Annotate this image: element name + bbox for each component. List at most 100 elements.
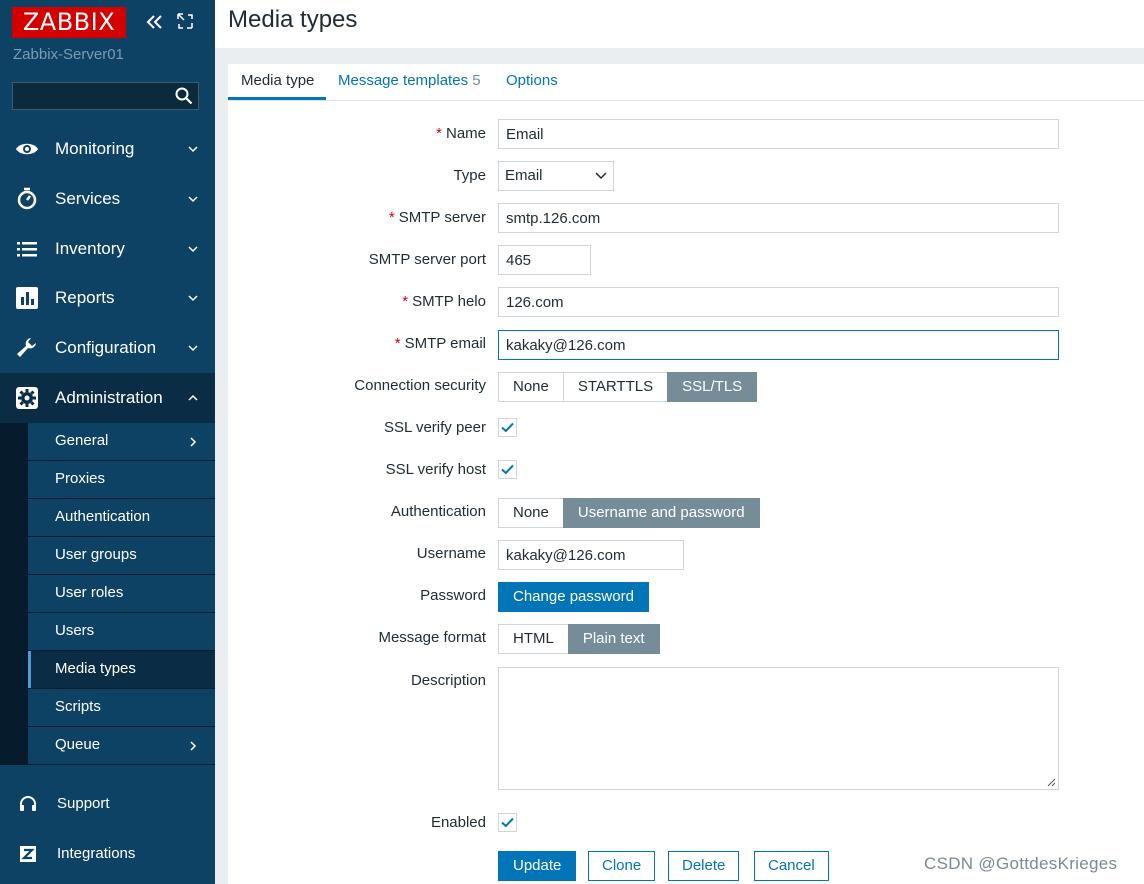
menu-inventory-label: Inventory [55,239,125,258]
message-format-label: Message format [378,629,486,646]
menu-administration[interactable]: Administration [0,373,215,423]
bar-chart-icon [16,287,38,309]
resize-grip-icon[interactable] [1046,777,1056,787]
gear-icon [16,387,38,409]
menu-reports[interactable]: Reports [0,273,215,323]
smtp-server-label: * SMTP server [388,209,486,226]
cancel-button[interactable]: Cancel [754,851,829,881]
submenu-queue[interactable]: Queue [28,727,215,764]
kiosk-mode-icon[interactable] [176,12,194,30]
zabbix-z-icon [20,846,36,862]
enabled-label: Enabled [430,814,486,831]
tab-options[interactable]: Options [506,72,558,89]
update-button[interactable]: Update [498,851,577,881]
type-select-value: Email [505,167,543,184]
type-label: Type [453,167,486,184]
chevron-down-icon [188,146,198,153]
sidebar-search-input[interactable] [13,83,175,109]
submenu-proxies-label: Proxies [55,470,106,487]
menu-monitoring[interactable]: Monitoring [0,124,215,174]
submenu-scripts-label: Scripts [55,698,101,715]
sidebar-support[interactable]: Support [0,780,215,828]
chevron-right-icon [190,741,197,751]
submenu-user-roles[interactable]: User roles [28,575,215,612]
chevron-down-icon [188,246,198,253]
delete-button[interactable]: Delete [668,851,740,881]
media-type-form: *Name Type Email *SMTP server SMTP serve… [228,101,1144,884]
connection-security-toggle: None STARTTLS SSL/TLS [498,372,758,402]
smtp-email-input[interactable] [498,330,1059,360]
chevron-down-icon [595,172,607,180]
search-icon[interactable] [175,87,193,105]
required-marker: * [388,209,395,226]
page-header: Media types [215,0,1144,48]
message-format-toggle: HTML Plain text [498,624,660,654]
menu-configuration-label: Configuration [55,338,157,357]
password-label: Password [420,587,486,604]
menu-services-label: Services [55,189,121,208]
checkmark-icon [501,422,514,433]
required-marker: * [394,335,401,352]
submenu-media-types-label: Media types [55,660,136,677]
smtp-helo-input[interactable] [498,287,1059,317]
tab-message-templates[interactable]: Message templates 5 [338,72,481,89]
submenu-general[interactable]: General [28,423,215,460]
authentication-none[interactable]: None [498,498,564,528]
menu-monitoring-label: Monitoring [55,139,135,158]
list-icon [17,242,37,257]
name-label: * Name [436,125,486,142]
enabled-checkbox[interactable] [498,813,517,832]
sidebar-search [12,82,199,110]
zabbix-logo[interactable]: ZABBIX [12,7,126,38]
chevron-down-icon [188,196,198,203]
submenu-general-label: General [55,432,109,449]
submenu-scripts[interactable]: Scripts [28,689,215,726]
tab-media-type[interactable]: Media type [241,72,314,89]
smtp-helo-label: * SMTP helo [402,293,486,310]
menu-configuration[interactable]: Configuration [0,323,215,373]
chevron-right-icon [190,437,197,447]
menu-reports-label: Reports [55,288,115,307]
sidebar-integrations[interactable]: Integrations [0,830,215,878]
submenu-authentication[interactable]: Authentication [28,499,215,536]
eye-icon [16,143,38,155]
name-input[interactable] [498,119,1059,149]
required-marker: * [436,125,442,142]
watermark: CSDN @GottdesKrieges [924,854,1118,873]
change-password-button[interactable]: Change password [498,582,649,612]
smtp-port-input[interactable] [498,245,591,275]
description-label: Description [410,672,486,689]
authentication-username-password[interactable]: Username and password [562,498,760,528]
chevron-down-icon [188,295,198,302]
submenu-users-label: Users [55,622,95,639]
connection-security-ssl-tls[interactable]: SSL/TLS [667,372,758,402]
submenu-user-groups[interactable]: User groups [28,537,215,574]
authentication-label: Authentication [390,503,486,520]
message-format-plain-text[interactable]: Plain text [567,624,660,654]
submenu-users[interactable]: Users [28,613,215,650]
submenu-user-groups-label: User groups [55,546,137,563]
ssl-verify-peer-label: SSL verify peer [384,419,486,436]
submenu-proxies[interactable]: Proxies [28,461,215,498]
username-input[interactable] [498,540,684,570]
clone-button[interactable]: Clone [588,851,656,881]
type-select[interactable]: Email [498,161,614,191]
submenu-media-types[interactable]: Media types [28,651,215,688]
description-textarea[interactable] [498,667,1059,790]
server-name: Zabbix-Server01 [13,46,124,63]
smtp-server-input[interactable] [498,203,1059,233]
tab-message-templates-count: 5 [472,72,481,89]
ssl-verify-host-checkbox[interactable] [498,460,517,479]
connection-security-none[interactable]: None [498,372,564,402]
message-format-html[interactable]: HTML [498,624,569,654]
smtp-port-label: SMTP server port [368,251,486,268]
collapse-sidebar-icon[interactable] [145,12,165,32]
authentication-toggle: None Username and password [498,498,760,528]
sidebar: ZABBIX Zabbix-Server01 Monitoring Servic… [0,0,215,884]
administration-submenu: General Proxies Authentication User grou… [0,423,215,765]
connection-security-starttls[interactable]: STARTTLS [562,372,669,402]
menu-administration-label: Administration [55,388,163,407]
menu-services[interactable]: Services [0,174,215,224]
menu-inventory[interactable]: Inventory [0,224,215,274]
ssl-verify-peer-checkbox[interactable] [498,418,517,437]
